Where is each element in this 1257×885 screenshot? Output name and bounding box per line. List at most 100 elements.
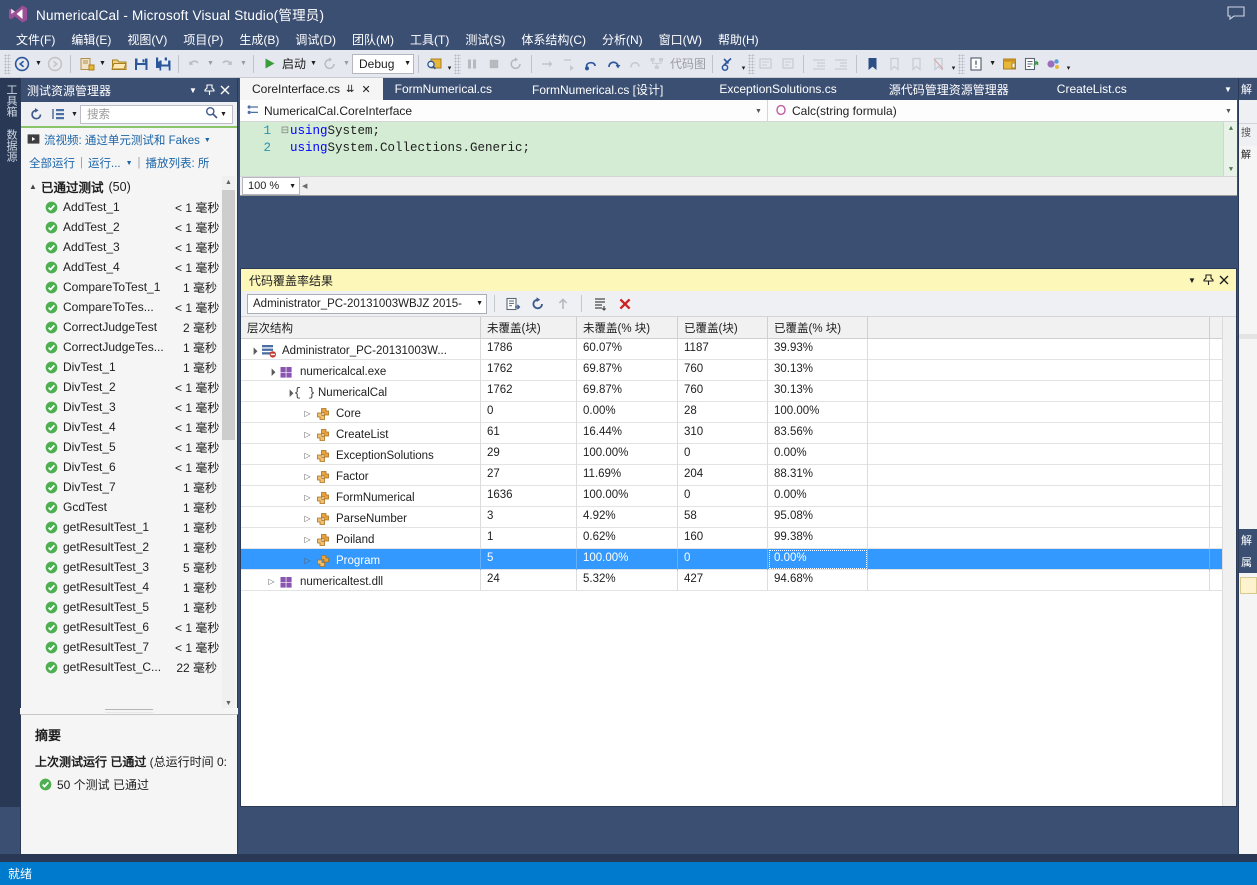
coverage-row[interactable]: ▷ Program 5 100.00% 0 0.00% bbox=[241, 548, 1236, 570]
editor-horizontal-scrollbar[interactable]: ◀ bbox=[300, 177, 1237, 195]
toggle-bookmark-icon[interactable] bbox=[861, 53, 883, 75]
dock-tab-toolbox[interactable]: 工具箱 bbox=[0, 78, 22, 123]
start-debug-icon[interactable] bbox=[258, 53, 280, 75]
new-project-icon[interactable] bbox=[75, 53, 97, 75]
test-list-item[interactable]: CompareToTest_1 1 毫秒 bbox=[21, 277, 237, 297]
editor-vertical-scrollbar[interactable]: ▲ ▼ bbox=[1223, 122, 1237, 176]
coverage-row[interactable]: ▷ ParseNumber 3 4.92% 58 95.08% bbox=[241, 506, 1236, 528]
solution-explorer-body[interactable] bbox=[1239, 339, 1257, 529]
expand-toggle-icon[interactable]: ▷ bbox=[301, 493, 314, 502]
test-search-box[interactable]: 搜索 ▼ bbox=[80, 104, 233, 124]
coverage-column-header[interactable] bbox=[868, 317, 1210, 338]
scroll-left-icon[interactable]: ◀ bbox=[302, 182, 307, 190]
menu-item-help[interactable]: 帮助(H) bbox=[710, 29, 767, 50]
coverage-column-header[interactable]: 已覆盖(块) bbox=[678, 317, 768, 338]
menu-item-tools[interactable]: 工具(T) bbox=[402, 29, 457, 50]
test-list-item[interactable]: DivTest_3 < 1 毫秒 bbox=[21, 397, 237, 417]
solution-explorer-item[interactable]: 解 bbox=[1239, 146, 1257, 165]
expand-toggle-icon[interactable]: ◢ bbox=[246, 343, 261, 358]
coverage-column-header[interactable]: 层次结构 bbox=[241, 317, 481, 338]
coverage-column-header[interactable]: 未覆盖(块) bbox=[481, 317, 577, 338]
coverage-row[interactable]: ▷ FormNumerical 1636 100.00% 0 0.00% bbox=[241, 485, 1236, 507]
coverage-column-header[interactable]: 未覆盖(% 块) bbox=[577, 317, 678, 338]
group-by-dropdown-icon[interactable]: ▼ bbox=[69, 103, 80, 125]
search-input[interactable]: 搜索 bbox=[87, 106, 205, 122]
test-list-item[interactable]: GcdTest 1 毫秒 bbox=[21, 497, 237, 517]
pin-icon[interactable] bbox=[1200, 272, 1216, 288]
code-editor[interactable]: 1 ⊟ using System; 2 using System.Collect… bbox=[240, 122, 1237, 176]
coverage-row[interactable]: ▷ Factor 27 11.69% 204 88.31% bbox=[241, 464, 1236, 486]
close-icon[interactable]: ✕ bbox=[361, 83, 370, 96]
toggle-outlining-icon[interactable] bbox=[717, 53, 739, 75]
panel-menu-icon[interactable]: ▼ bbox=[185, 82, 201, 98]
chevron-down-icon[interactable]: ▼ bbox=[476, 300, 483, 307]
toolbar-overflow-icon[interactable]: ▾ bbox=[949, 53, 958, 75]
solution-explorer-search[interactable]: 搜 bbox=[1239, 124, 1257, 146]
zoom-level-select[interactable]: 100 % ▼ bbox=[242, 177, 300, 195]
test-list-item[interactable]: AddTest_2 < 1 毫秒 bbox=[21, 217, 237, 237]
coverage-row[interactable]: ◢ numericalcal.exe 1762 69.87% 760 30.13% bbox=[241, 359, 1236, 381]
test-list-item[interactable]: AddTest_3 < 1 毫秒 bbox=[21, 237, 237, 257]
error-list-dropdown-icon[interactable]: ▼ bbox=[987, 53, 998, 75]
menu-item-view[interactable]: 视图(V) bbox=[119, 29, 175, 50]
find-in-files-icon[interactable] bbox=[423, 53, 445, 75]
close-icon[interactable] bbox=[217, 82, 233, 98]
step-out-icon[interactable] bbox=[602, 53, 624, 75]
test-list-item[interactable]: getResultTest_6 < 1 毫秒 bbox=[21, 617, 237, 637]
expand-toggle-icon[interactable]: ▷ bbox=[301, 535, 314, 544]
test-list-item[interactable]: getResultTest_3 5 毫秒 bbox=[21, 557, 237, 577]
start-debug-label[interactable]: 启动 bbox=[280, 55, 308, 72]
coverage-grid-scrollbar[interactable] bbox=[1222, 317, 1236, 806]
toolbar-overflow-icon[interactable]: ▾ bbox=[445, 53, 454, 75]
test-list-item[interactable]: DivTest_4 < 1 毫秒 bbox=[21, 417, 237, 437]
scroll-down-icon[interactable]: ▼ bbox=[1224, 163, 1238, 176]
group-by-icon[interactable] bbox=[47, 103, 69, 125]
scrollbar-thumb[interactable] bbox=[222, 190, 235, 440]
expand-toggle-icon[interactable]: ▷ bbox=[301, 451, 314, 460]
chevron-down-icon[interactable]: ▼ bbox=[752, 108, 765, 115]
properties-header[interactable]: 属 bbox=[1239, 551, 1257, 573]
properties-grid-icon[interactable] bbox=[1240, 577, 1257, 594]
test-group-passed[interactable]: ▲ 已通过测试 (50) bbox=[21, 176, 237, 197]
menu-item-test[interactable]: 测试(S) bbox=[457, 29, 513, 50]
menu-item-edit[interactable]: 编辑(E) bbox=[63, 29, 119, 50]
scroll-up-icon[interactable]: ▲ bbox=[222, 176, 235, 189]
document-tab-formnumerical-design[interactable]: FormNumerical.cs [设计] bbox=[504, 78, 691, 100]
coverage-row[interactable]: ▷ numericaltest.dll 24 5.32% 427 94.68% bbox=[241, 569, 1236, 591]
code-definition-window-icon[interactable] bbox=[1020, 53, 1042, 75]
test-list-item[interactable]: getResultTest_2 1 毫秒 bbox=[21, 537, 237, 557]
expand-toggle-icon[interactable]: ◢ bbox=[264, 364, 279, 379]
save-all-icon[interactable] bbox=[152, 53, 174, 75]
test-list-item[interactable]: DivTest_7 1 毫秒 bbox=[21, 477, 237, 497]
chevron-down-icon[interactable]: ▼ bbox=[289, 183, 296, 190]
coverage-row[interactable]: ▷ Poiland 1 0.62% 160 99.38% bbox=[241, 527, 1236, 549]
test-list[interactable]: ▲ 已通过测试 (50) AddTest_1 < 1 毫秒 AddTest_2 < 1… bbox=[21, 174, 237, 712]
expand-toggle-icon[interactable]: ▷ bbox=[301, 409, 314, 418]
class-view-icon[interactable] bbox=[1042, 53, 1064, 75]
menu-item-project[interactable]: 项目(P) bbox=[175, 29, 231, 50]
save-icon[interactable] bbox=[130, 53, 152, 75]
expand-toggle-icon[interactable]: ▷ bbox=[301, 430, 314, 439]
expand-toggle-icon[interactable]: ▷ bbox=[301, 556, 314, 565]
coverage-row[interactable]: ◢ Administrator_PC-20131003W... 1786 60.07%… bbox=[241, 338, 1236, 360]
panel-menu-icon[interactable]: ▼ bbox=[1184, 272, 1200, 288]
dock-tab-data-sources[interactable]: 数据源 bbox=[0, 123, 22, 168]
solution-configuration-select[interactable]: Debug ▼ bbox=[352, 53, 415, 74]
toolbar-grip[interactable] bbox=[958, 53, 966, 74]
coverage-row[interactable]: ◢{ } NumericalCal 1762 69.87% 760 30.13% bbox=[241, 380, 1236, 402]
solution-explorer-header[interactable]: 解 bbox=[1239, 78, 1257, 100]
navigate-backward-icon[interactable] bbox=[11, 53, 33, 75]
solution-explorer-footer[interactable]: 解 bbox=[1239, 529, 1257, 551]
test-list-item[interactable]: DivTest_5 < 1 毫秒 bbox=[21, 437, 237, 457]
coverage-row[interactable]: ▷ ExceptionSolutions 29 100.00% 0 0.00% bbox=[241, 443, 1236, 465]
menu-item-debug[interactable]: 调试(D) bbox=[287, 29, 344, 50]
document-tab-coreinterface[interactable]: CoreInterface.cs ⇊ ✕ bbox=[240, 78, 383, 100]
delete-icon[interactable] bbox=[614, 293, 636, 315]
outline-collapse-icon[interactable]: ⊟ bbox=[280, 125, 290, 137]
error-list-icon[interactable] bbox=[965, 53, 987, 75]
test-list-item[interactable]: getResultTest_C... 22 毫秒 bbox=[21, 657, 237, 677]
chevron-down-icon[interactable]: ▼ bbox=[204, 137, 211, 144]
test-list-item[interactable]: AddTest_4 < 1 毫秒 bbox=[21, 257, 237, 277]
toolbar-grip[interactable] bbox=[748, 53, 756, 74]
menu-item-analyze[interactable]: 分析(N) bbox=[594, 29, 651, 50]
